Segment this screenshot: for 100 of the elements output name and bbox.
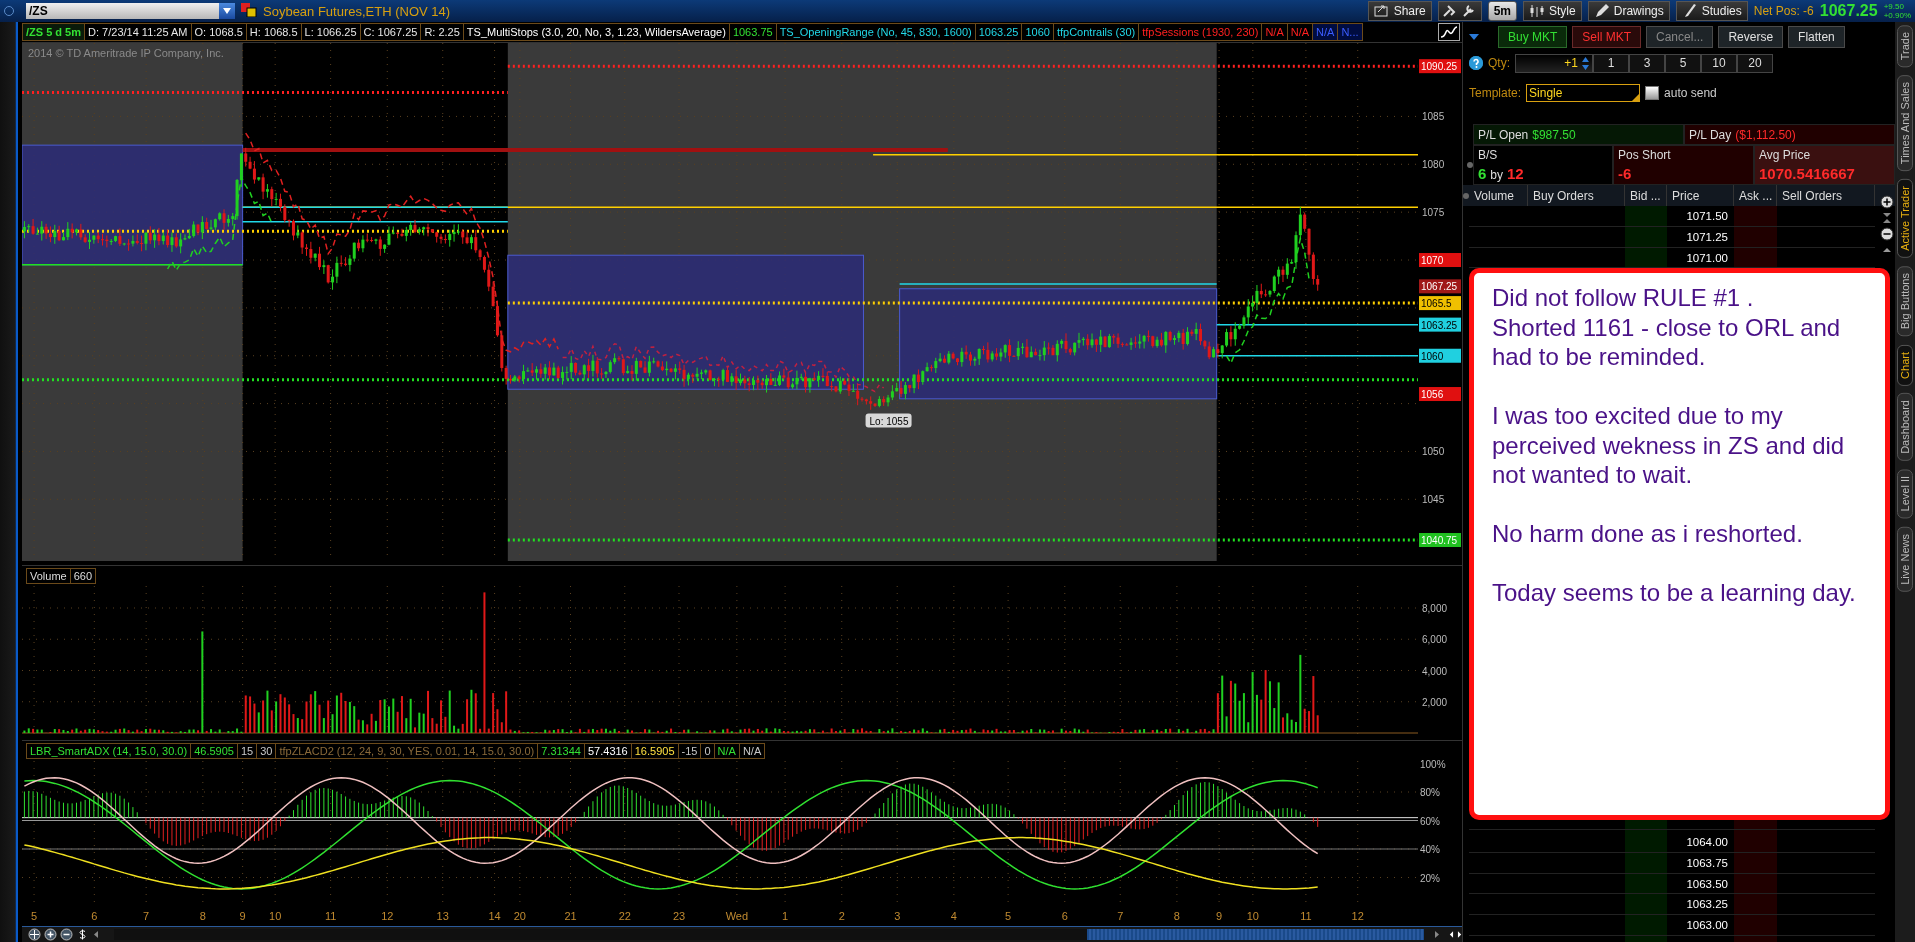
period-button[interactable]: 5m xyxy=(1487,1,1518,21)
price-marker: 1065.5 xyxy=(1419,295,1461,310)
order-button[interactable]: Flatten xyxy=(1788,26,1845,48)
dollar-icon[interactable] xyxy=(76,927,89,941)
study-label: tfpSessions (1930, 230) xyxy=(1138,22,1263,41)
axis-label: 10 xyxy=(1246,909,1259,922)
tools-button[interactable] xyxy=(1437,1,1482,21)
price-cell-text: 1063.00 xyxy=(1685,918,1729,934)
qty-preset-button[interactable]: 5 xyxy=(1665,53,1701,73)
order-button[interactable]: Buy MKT xyxy=(1498,26,1568,48)
side-tab[interactable]: Big Buttons xyxy=(1897,266,1913,337)
status-dot xyxy=(1467,162,1473,168)
zoom-out-icon[interactable] xyxy=(1879,227,1894,241)
axis-label: 6,000 xyxy=(1422,634,1448,645)
axis-label: 11 xyxy=(1300,909,1312,922)
axis-label: 4,000 xyxy=(1422,665,1448,677)
axis-label: 5 xyxy=(1005,909,1012,922)
side-tab[interactable]: Dashboard xyxy=(1897,393,1913,462)
triangle-icon[interactable] xyxy=(1469,33,1479,41)
axis-label: 21 xyxy=(564,909,577,922)
by-text: by xyxy=(1490,168,1504,183)
axis-label: 1080 xyxy=(1422,159,1445,171)
qty-preset-button[interactable]: 3 xyxy=(1629,53,1665,73)
side-tab[interactable]: Live News xyxy=(1897,526,1913,592)
price-cell-text: 1071.00 xyxy=(1685,250,1729,266)
qty-preset-button[interactable]: 20 xyxy=(1737,53,1773,73)
study-label: N... xyxy=(1337,22,1363,41)
price-cell-text: 1071.50 xyxy=(1685,209,1729,224)
last-price: 1067.25 xyxy=(1819,2,1878,20)
study-label: H: 1068.5 xyxy=(245,22,302,41)
study-label: O: 1068.5 xyxy=(190,22,247,41)
study-label: N/A xyxy=(1261,22,1288,41)
axis-label: 7 xyxy=(1117,909,1124,922)
price-cell-text: 1064.00 xyxy=(1685,835,1729,850)
price-cell-text: 1063.50 xyxy=(1685,876,1729,892)
pl-open-label: P/L Open xyxy=(1478,127,1529,142)
qty-field[interactable]: +1 xyxy=(1515,53,1593,73)
zoom-in-icon[interactable] xyxy=(1879,195,1894,209)
avg-price-label: Avg Price xyxy=(1759,147,1812,162)
axis-label: 10 xyxy=(269,909,282,922)
toolbar-button[interactable]: Drawings xyxy=(1587,1,1670,21)
scroll-track[interactable] xyxy=(114,928,1424,940)
curve-icon[interactable] xyxy=(1438,22,1460,41)
bs-label: B/S xyxy=(1478,147,1499,162)
scroll-thumb[interactable] xyxy=(1087,928,1424,940)
qty-preset-button[interactable]: 10 xyxy=(1701,53,1737,73)
axis-label: 8,000 xyxy=(1422,602,1448,614)
qty-preset-button[interactable]: 1 xyxy=(1593,53,1629,73)
axis-label: 2 xyxy=(838,909,845,922)
axis-label: 1050 xyxy=(1422,446,1445,458)
price-marker: 1070 xyxy=(1419,252,1461,267)
bought-count: 6 xyxy=(1478,165,1487,183)
sold-count: 12 xyxy=(1507,165,1524,183)
note-text: I was too excited due to my perceived wekness in ZS and did not wanted to wait. xyxy=(1492,401,1846,490)
side-tab[interactable]: Level II xyxy=(1897,469,1913,519)
dropdown-button[interactable] xyxy=(219,3,235,19)
axis-label: 23 xyxy=(672,909,686,922)
zoom-out-icon[interactable] xyxy=(60,927,73,941)
axis-label: 2,000 xyxy=(1422,696,1448,708)
order-button[interactable]: Reverse xyxy=(1718,26,1784,48)
share-icon xyxy=(1373,3,1390,19)
axis-label: 8 xyxy=(1173,909,1180,922)
crosshair-icon[interactable] xyxy=(28,927,41,941)
study-label: D: 7/23/14 11:25 AM xyxy=(84,22,192,41)
order-button[interactable]: Sell MKT xyxy=(1572,26,1642,48)
position-value: -6 xyxy=(1618,165,1633,183)
study-label: C: 1067.25 xyxy=(359,22,422,41)
checkbox[interactable] xyxy=(1645,86,1660,100)
spinner-icon[interactable] xyxy=(1581,55,1590,71)
side-tab[interactable]: Trade xyxy=(1897,25,1913,68)
axis-label: 1085 xyxy=(1422,111,1445,123)
symbol-field[interactable]: /ZS xyxy=(26,3,219,19)
pencil-icon xyxy=(1593,3,1610,19)
axis-label: 8 xyxy=(199,909,206,922)
axis-label: 1 xyxy=(782,909,789,922)
price-marker: 1063.25 xyxy=(1419,317,1461,332)
toolbar-button[interactable]: Studies xyxy=(1675,1,1748,21)
zoom-in-icon[interactable] xyxy=(44,927,57,941)
axis-label: 6 xyxy=(1061,909,1068,922)
axis-label: 9 xyxy=(1216,909,1223,922)
axis-label: 60% xyxy=(1420,815,1440,827)
qty-label: Qty: xyxy=(1488,56,1510,70)
checkbox-label: auto send xyxy=(1664,86,1717,100)
percent-change: +0.90% xyxy=(1883,11,1911,20)
side-tab[interactable]: Chart xyxy=(1897,344,1913,386)
toolbar-button[interactable]: Share xyxy=(1367,1,1432,21)
toolbar-button[interactable]: Style xyxy=(1523,1,1582,21)
template-dropdown[interactable]: Single xyxy=(1526,84,1641,102)
help-icon[interactable] xyxy=(1469,56,1483,70)
side-tab[interactable]: Times And Sales xyxy=(1897,75,1913,172)
status-dot xyxy=(1463,192,1469,199)
axis-label: 22 xyxy=(618,909,631,922)
avg-price-value: 1070.5416667 xyxy=(1759,165,1856,183)
pl-day-value: ($1,112.50) xyxy=(1735,127,1796,142)
candles-icon xyxy=(1529,3,1546,19)
axis-label: 12 xyxy=(1351,909,1364,922)
study-label: L: 1066.25 xyxy=(300,22,361,41)
side-tab[interactable]: Active Trader xyxy=(1897,179,1913,259)
axis-label: Wed xyxy=(725,909,749,922)
study-label: 1063.25 xyxy=(974,22,1023,41)
